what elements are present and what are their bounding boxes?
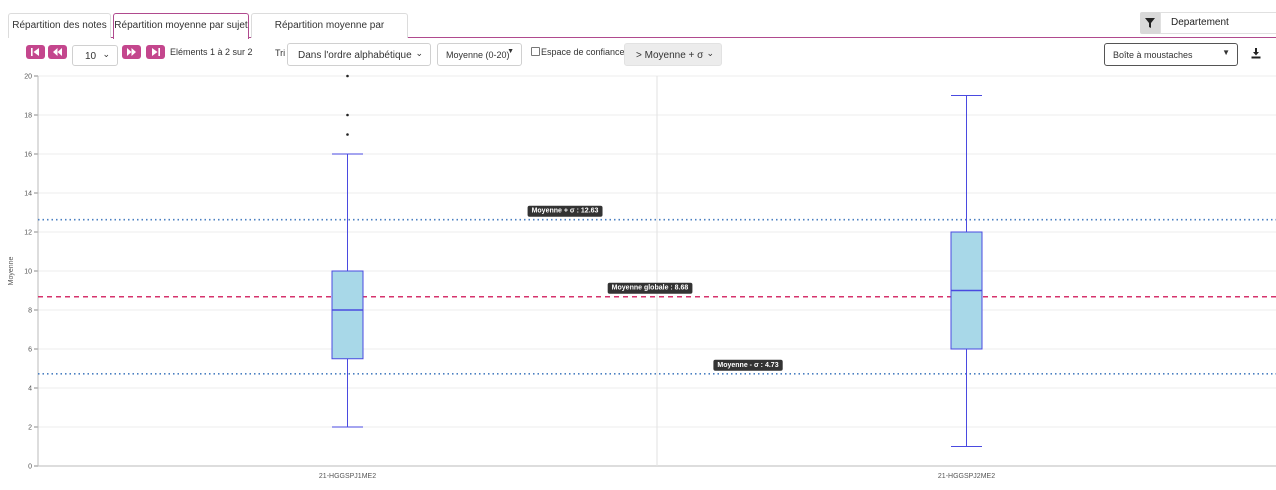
confidence-label: Espace de confiance : [541,47,630,57]
y-tick-label: 2 [28,425,32,432]
x-tick-label: 21-HGGSPJ2ME2 [938,473,995,480]
y-tick-label: 6 [28,347,32,354]
tab-bar: Répartition des notes Répartition moyenn… [8,10,1276,55]
y-tick-label: 20 [24,74,32,81]
page-size-select[interactable]: 10 ⌄ [72,45,118,66]
tab-repartition-moyenne-correcteur[interactable]: Répartition moyenne par correcteur [251,13,408,55]
reference-line-label: Moyenne globale : 8.68 [612,285,689,292]
reference-line-label: Moyenne + σ : 12.63 [532,208,599,215]
y-tick-label: 0 [28,464,32,471]
filter-icon [1145,18,1155,28]
x-tick-label: 21-HGGSPJ1ME2 [319,473,376,480]
previous-page-button[interactable] [48,45,67,59]
confidence-checkbox[interactable] [531,47,540,56]
chevron-down-icon: ▼ [1222,48,1230,57]
outlier-point [346,113,349,117]
chart-type-value: Boîte à moustaches [1113,50,1193,60]
y-tick-label: 18 [24,113,32,120]
outlier-point [346,133,349,136]
reference-line-label: Moyenne - σ : 4.73 [717,362,778,369]
tab-repartition-notes[interactable]: Répartition des notes [8,13,111,38]
metric-select-value: Moyenne (0-20) [446,50,510,60]
chevron-down-icon: ⌄ [102,49,110,59]
chevron-down-icon: ⌄ [706,48,714,58]
y-tick-label: 8 [28,308,32,315]
metric-select[interactable]: Moyenne (0-20) ▼ [437,43,522,66]
chevron-down-icon: ▼ [507,48,514,55]
y-tick-label: 4 [28,386,32,393]
box-iqr [331,270,364,360]
chevron-down-icon: ⌄ [415,48,423,58]
sort-select-value: Dans l'ordre alphabétique [298,50,412,61]
download-button[interactable] [1250,46,1262,64]
y-axis-label: Moyenne [8,256,15,285]
outlier-point [346,74,349,78]
last-page-button[interactable] [146,45,165,59]
tab-repartition-moyenne-sujet[interactable]: Répartition moyenne par sujet [113,13,249,39]
y-tick-label: 10 [24,269,32,276]
boxplot-chart: 0 2 4 6 8 10 12 14 16 18 20 Moyenne 21-HGGSPJ1ME2 21-… [8,74,1276,480]
filter-button[interactable] [1140,12,1160,34]
page-size-value: 10 [85,51,97,62]
rewind-icon [53,48,62,56]
y-tick-label: 16 [24,152,32,159]
skip-last-icon [152,48,160,56]
next-page-button[interactable] [122,45,141,59]
sort-select[interactable]: Dans l'ordre alphabétique ⌄ [287,43,431,66]
download-icon [1251,48,1261,59]
skip-first-icon [31,48,39,56]
fast-forward-icon [127,48,136,56]
y-tick-label: 14 [24,191,32,198]
department-select[interactable]: Departement ▼ [1160,12,1276,34]
y-tick-label: 12 [24,230,32,237]
sort-label: Tri [275,48,286,58]
elements-count: Eléments 1 à 2 sur 2 [170,47,253,57]
confidence-select[interactable]: > Moyenne + σ ⌄ [624,43,722,66]
department-select-value: Departement [1171,17,1229,28]
confidence-select-value: > Moyenne + σ [636,50,704,61]
first-page-button[interactable] [26,45,45,59]
chart-type-select[interactable]: Boîte à moustaches ▼ [1104,43,1238,66]
